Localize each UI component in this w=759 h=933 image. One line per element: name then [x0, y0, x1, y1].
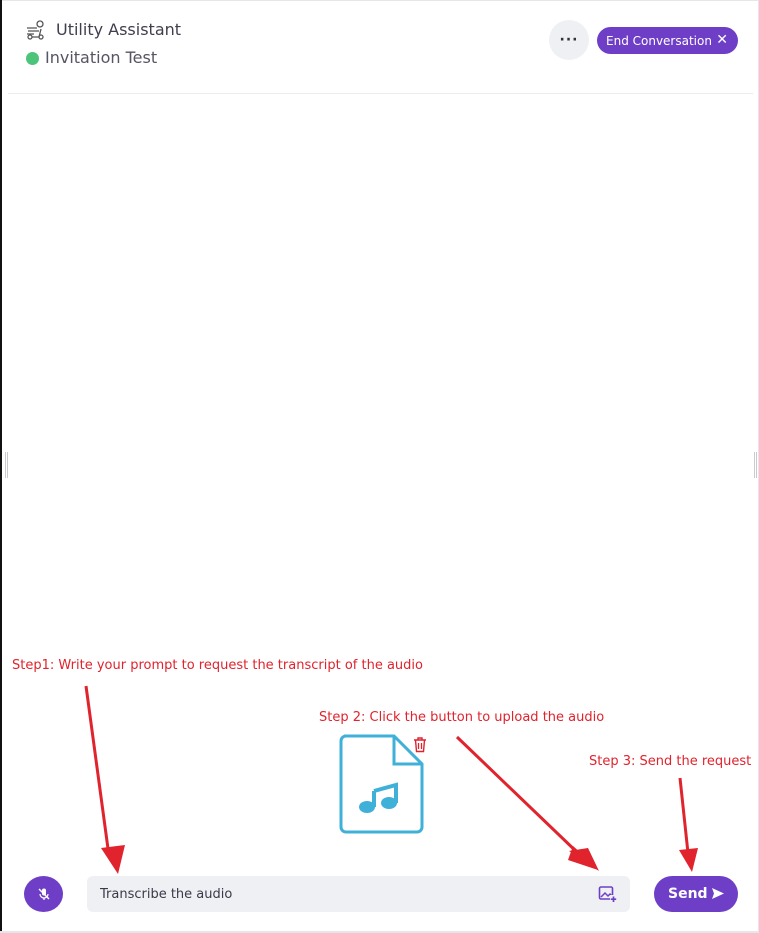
window-left-border [0, 0, 2, 933]
right-resize-handle[interactable] [754, 452, 757, 478]
send-button[interactable]: Send [654, 876, 738, 912]
robot-bike-icon [27, 20, 44, 40]
delete-attachment-button[interactable] [412, 736, 428, 753]
arrow-step3 [678, 777, 698, 872]
conversation-status: Invitation Test [45, 48, 158, 67]
left-resize-handle[interactable] [5, 452, 8, 478]
arrow-step2 [455, 735, 599, 871]
send-icon [712, 888, 724, 899]
end-conversation-button[interactable]: End Conversation ✕ [597, 27, 738, 54]
assistant-name: Utility Assistant [56, 20, 182, 39]
chat-header: Utility Assistant Invitation Test ··· En… [8, 0, 753, 94]
more-icon: ··· [559, 32, 579, 48]
annotation-step3: Step 3: Send the request [589, 754, 752, 769]
more-options-button[interactable]: ··· [549, 20, 589, 60]
mic-off-icon [38, 888, 49, 900]
annotation-step2: Step 2: Click the button to upload the a… [319, 710, 605, 725]
close-icon: ✕ [716, 32, 728, 48]
send-label: Send [668, 886, 708, 902]
upload-audio-button[interactable] [598, 885, 617, 903]
prompt-input[interactable] [87, 876, 630, 912]
annotation-step1: Step1: Write your prompt to request the … [12, 658, 423, 673]
online-status-dot [26, 52, 39, 65]
arrow-step1 [84, 685, 125, 874]
end-conversation-label: End Conversation [606, 33, 712, 48]
mic-toggle-button[interactable] [24, 876, 63, 912]
